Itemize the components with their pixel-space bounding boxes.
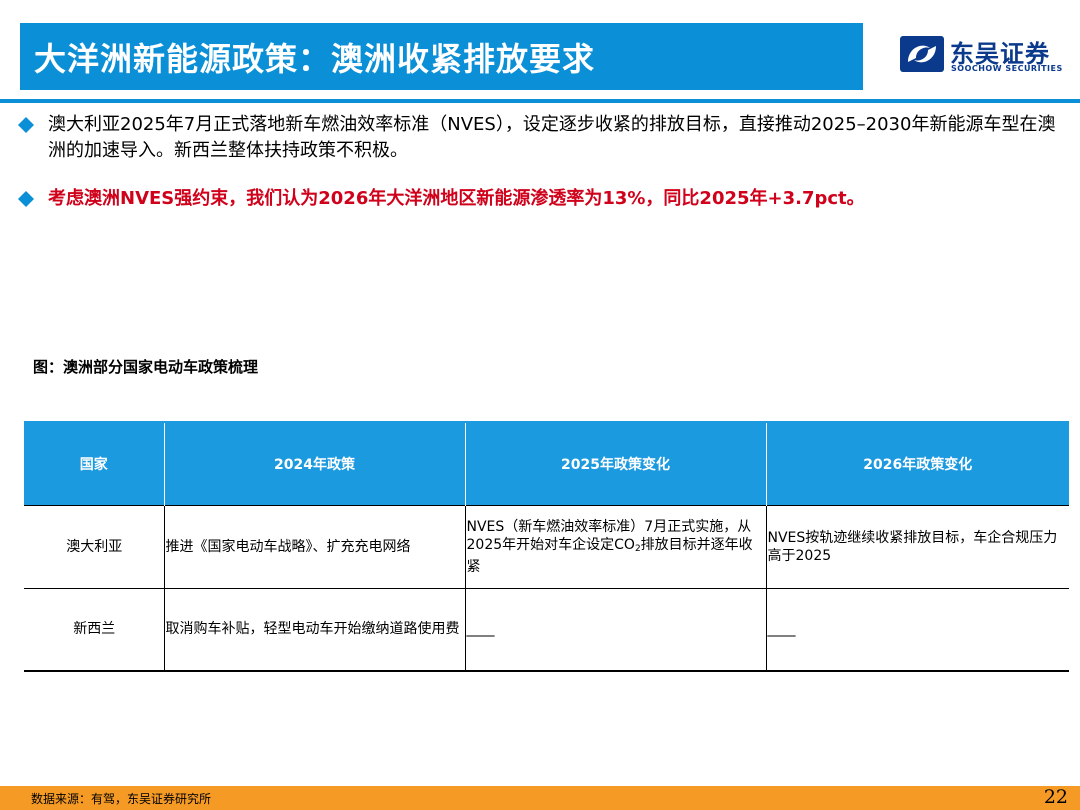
page-title: 大洋洲新能源政策：澳洲收紧排放要求 [34, 39, 596, 78]
cell-policy-2025: NVES（新车燃油效率标准）7月正式实施，从2025年开始对车企设定CO2排放目… [464, 504, 767, 589]
cell-policy-2026: NVES按轨迹继续收紧排放目标，车企合规压力高于2025 [765, 504, 1069, 589]
title-divider [0, 99, 1080, 103]
diamond-bullet-icon [18, 191, 34, 207]
soochow-logo-icon [900, 36, 944, 72]
cell-country: 新西兰 [24, 587, 165, 672]
bullet-point-2: 考虑澳洲NVES强约束，我们认为2026年大洋洲地区新能源渗透率为13%，同比2… [18, 186, 1063, 212]
company-logo: 东吴证券 SOOCHOW SECURITIES [900, 34, 1070, 78]
table-row-new-zealand: 新西兰 取消购车补贴，轻型电动车开始缴纳道路使用费 ____ ____ [24, 587, 1069, 672]
column-header-country: 国家 [24, 421, 165, 505]
bullet-text-1: 澳大利亚2025年7月正式落地新车燃油效率标准（NVES），设定逐步收紧的排放目… [48, 114, 1056, 161]
column-header-2025: 2025年政策变化 [464, 421, 767, 505]
cell-policy-2026: ____ [765, 587, 1069, 672]
diamond-bullet-icon [18, 117, 34, 133]
data-source-note: 数据来源：有驾，东吴证券研究所 [31, 792, 212, 806]
column-header-2024: 2024年政策 [163, 421, 466, 505]
column-header-2026: 2026年政策变化 [765, 421, 1069, 505]
bullet-point-1: 澳大利亚2025年7月正式落地新车燃油效率标准（NVES），设定逐步收紧的排放目… [18, 112, 1063, 164]
logo-english-name: SOOCHOW SECURITIES [951, 64, 1063, 73]
cell-policy-2025: ____ [464, 587, 767, 672]
bullet-text-2: 考虑澳洲NVES强约束，我们认为2026年大洋洲地区新能源渗透率为13%，同比2… [48, 188, 865, 209]
table-row-australia: 澳大利亚 推进《国家电动车战略》、扩充充电网络 NVES（新车燃油效率标准）7月… [24, 504, 1069, 589]
figure-caption: 图：澳洲部分国家电动车政策梳理 [33, 358, 259, 376]
cell-policy-2024: 取消购车补贴，轻型电动车开始缴纳道路使用费 [163, 587, 466, 672]
table-header-row: 国家 2024年政策 2025年政策变化 2026年政策变化 [24, 421, 1069, 505]
page-number: 22 [1043, 786, 1068, 808]
cell-policy-2024: 推进《国家电动车战略》、扩充充电网络 [163, 504, 466, 589]
footer-bar: 数据来源：有驾，东吴证券研究所 22 [0, 786, 1080, 810]
title-bar: 大洋洲新能源政策：澳洲收紧排放要求 [20, 23, 863, 90]
ev-policy-table: 国家 2024年政策 2025年政策变化 2026年政策变化 澳大利亚 推进《国… [24, 421, 1069, 672]
cell-country: 澳大利亚 [24, 504, 165, 589]
